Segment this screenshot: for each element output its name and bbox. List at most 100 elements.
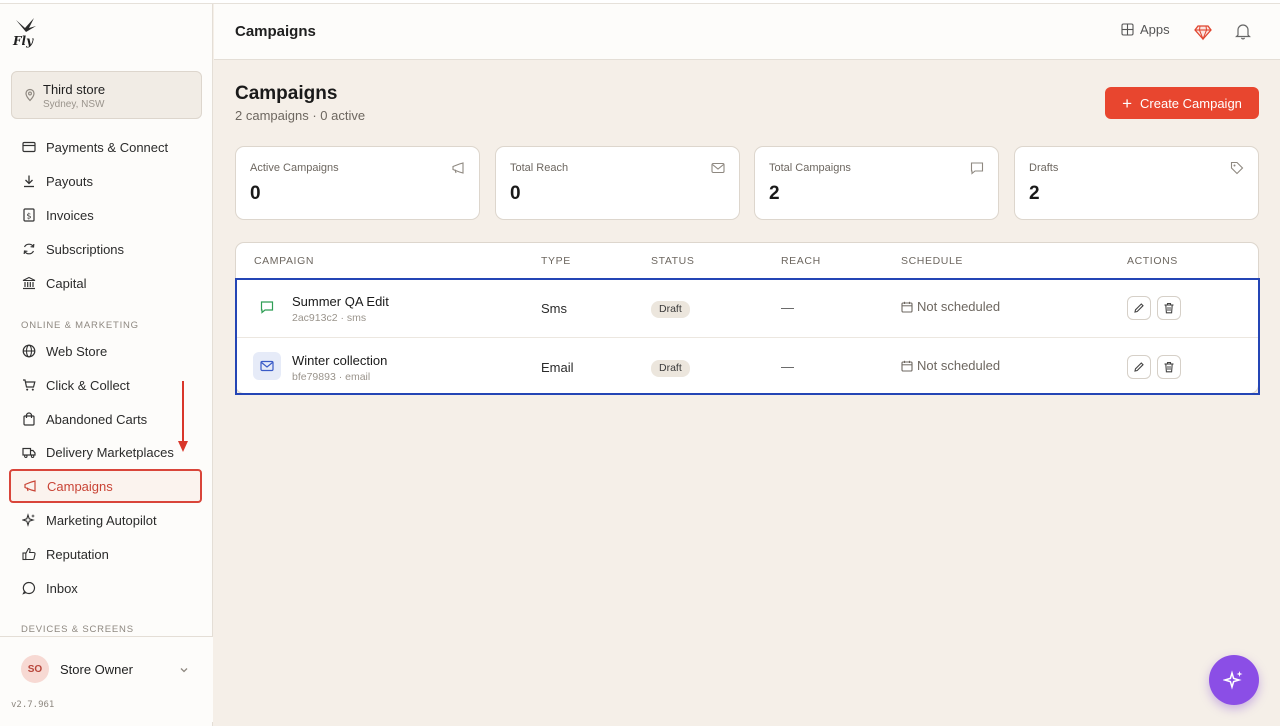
column-header-actions: ACTIONS (1127, 255, 1178, 267)
delete-button[interactable] (1157, 355, 1181, 379)
campaign-name[interactable]: Winter collection (292, 353, 387, 368)
avatar: SO (21, 655, 49, 683)
stat-value: 2 (769, 183, 780, 204)
campaign-meta: bfe79893 · email (292, 371, 371, 383)
invoice-icon: $ (23, 208, 35, 222)
create-campaign-label: Create Campaign (1140, 95, 1242, 111)
section-label-online-marketing: ONLINE & MARKETING (21, 320, 139, 331)
sidebar-item-label: Capital (46, 275, 87, 291)
download-icon (24, 175, 34, 188)
thumbs-up-icon (22, 547, 36, 561)
stat-card-active-campaigns: Active Campaigns 0 (235, 146, 480, 220)
sidebar-item-label: Payments & Connect (46, 139, 169, 155)
stat-label: Total Reach (510, 162, 569, 174)
svg-text:Fly: Fly (12, 34, 34, 48)
create-campaign-button[interactable]: + Create Campaign (1105, 87, 1259, 119)
campaign-schedule: Not scheduled (901, 358, 1000, 373)
tag-icon (1230, 161, 1244, 175)
chat-icon (970, 162, 984, 175)
bank-icon (22, 276, 36, 290)
sidebar-item-delivery-marketplaces[interactable]: Delivery Marketplaces (10, 436, 202, 468)
sidebar-item-label: Invoices (46, 207, 94, 223)
schedule-label: Not scheduled (917, 299, 1001, 314)
user-menu[interactable]: SO Store Owner v2.7.961 (0, 636, 213, 722)
sidebar-item-campaigns[interactable]: Campaigns (9, 469, 202, 503)
column-header-reach: REACH (781, 255, 821, 267)
sidebar-item-abandoned-carts[interactable]: Abandoned Carts (10, 403, 202, 435)
store-name: Third store (43, 82, 106, 97)
refresh-icon (23, 243, 35, 255)
store-switcher[interactable]: Third store Sydney, NSW (11, 71, 202, 119)
campaign-reach: — (781, 300, 794, 315)
pencil-icon (1134, 362, 1144, 372)
truck-icon (22, 447, 36, 459)
sidebar-item-web-store[interactable]: Web Store (10, 335, 202, 367)
annotation-arrow-icon (178, 381, 188, 452)
sidebar-item-capital[interactable]: Capital (10, 267, 202, 299)
status-badge: Draft (651, 301, 690, 318)
table-row[interactable]: Winter collection bfe79893 · email Email… (236, 337, 1258, 395)
sms-icon (253, 293, 281, 321)
sidebar-item-marketing-autopilot[interactable]: Marketing Autopilot (10, 504, 202, 536)
sparkle-icon (1223, 670, 1243, 690)
gem-icon[interactable] (1194, 23, 1212, 41)
header-title: Campaigns (235, 23, 316, 40)
sidebar-item-label: Abandoned Carts (46, 411, 148, 427)
sidebar-item-label: Marketing Autopilot (46, 512, 157, 528)
sidebar-item-label: Subscriptions (46, 241, 125, 257)
sidebar-item-payouts[interactable]: Payouts (10, 165, 202, 197)
card-icon (22, 141, 36, 153)
top-header: Campaigns Apps (214, 4, 1280, 60)
column-header-campaign: CAMPAIGN (254, 255, 315, 267)
plus-icon: + (1122, 93, 1133, 113)
delete-button[interactable] (1157, 296, 1181, 320)
sidebar-item-payments-connect[interactable]: Payments & Connect (10, 131, 202, 163)
pencil-icon (1134, 303, 1144, 313)
bag-icon (23, 412, 35, 426)
sidebar-item-invoices[interactable]: $ Invoices (10, 199, 202, 231)
stat-card-total-campaigns: Total Campaigns 2 (754, 146, 999, 220)
stat-value: 0 (510, 183, 521, 204)
sidebar-item-click-collect[interactable]: Click & Collect (10, 369, 202, 401)
column-header-status: STATUS (651, 255, 695, 267)
sidebar-item-label: Click & Collect (46, 377, 130, 393)
sidebar-item-inbox[interactable]: Inbox (10, 572, 202, 604)
stat-label: Total Campaigns (769, 162, 851, 174)
sidebar-item-reputation[interactable]: Reputation (10, 538, 202, 570)
schedule-label: Not scheduled (917, 358, 1001, 373)
sidebar-item-label: Web Store (46, 343, 108, 359)
campaign-meta: 2ac913c2 · sms (292, 312, 367, 324)
campaign-name[interactable]: Summer QA Edit (292, 294, 389, 309)
apps-label: Apps (1140, 22, 1170, 37)
sidebar-item-subscriptions[interactable]: Subscriptions (10, 233, 202, 265)
sidebar-item-label: Inbox (46, 580, 78, 596)
location-pin-icon (25, 88, 35, 102)
notification-bell-icon[interactable] (1234, 22, 1252, 40)
table-row[interactable]: Summer QA Edit 2ac913c2 · sms Sms Draft … (236, 279, 1258, 337)
calendar-icon (901, 360, 913, 372)
megaphone-icon (452, 162, 464, 174)
chevron-down-icon[interactable] (178, 664, 190, 676)
stat-card-drafts: Drafts 2 (1014, 146, 1259, 220)
fly-logo-icon[interactable]: Fly (12, 16, 38, 48)
ai-assistant-button[interactable] (1209, 655, 1259, 705)
sidebar-item-label: Payouts (46, 173, 93, 189)
apps-button[interactable]: Apps (1121, 22, 1170, 37)
store-location: Sydney, NSW (43, 99, 105, 110)
stat-label: Drafts (1029, 162, 1059, 174)
stat-card-total-reach: Total Reach 0 (495, 146, 740, 220)
edit-button[interactable] (1127, 296, 1151, 320)
section-label-devices-screens: DEVICES & SCREENS (21, 624, 134, 635)
stat-label: Active Campaigns (250, 162, 339, 174)
sidebar-item-label: Delivery Marketplaces (46, 444, 174, 460)
stat-value: 0 (250, 183, 261, 204)
mail-icon (253, 352, 281, 380)
campaign-type: Email (541, 360, 574, 375)
page-subtitle: 2 campaigns · 0 active (235, 108, 366, 123)
trash-icon (1164, 302, 1174, 314)
app-version: v2.7.961 (11, 700, 55, 710)
sidebar-item-label: Reputation (46, 546, 109, 562)
edit-button[interactable] (1127, 355, 1151, 379)
campaign-reach: — (781, 359, 794, 374)
page-title: Campaigns (235, 83, 338, 104)
